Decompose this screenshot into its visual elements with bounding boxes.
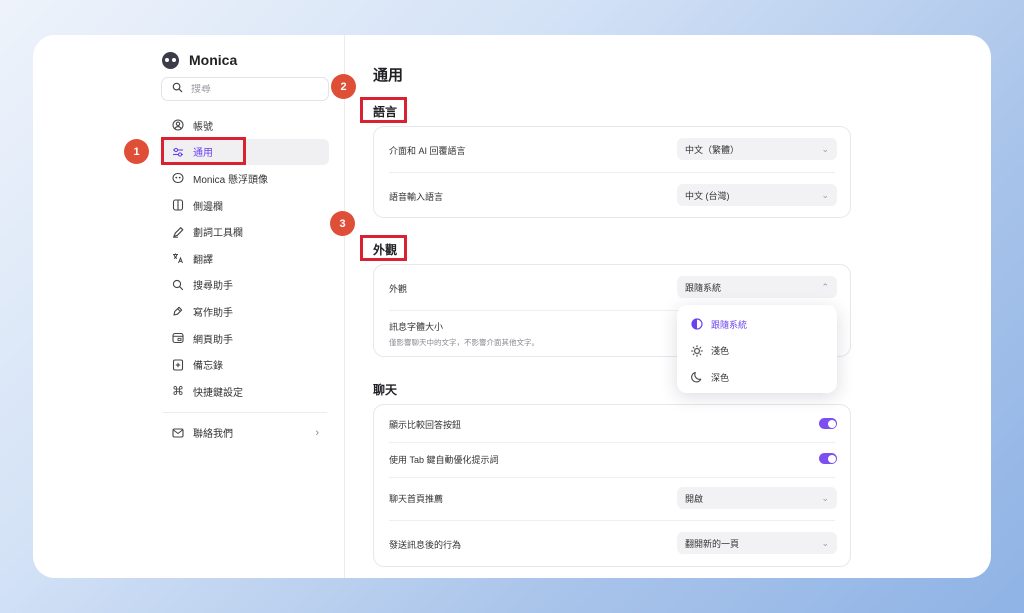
annotation-badge-3: 3	[330, 211, 355, 236]
annotation-highlight-general	[161, 137, 246, 165]
sidebar-item-sidebar[interactable]: 側邊欄	[161, 192, 329, 219]
row-divider	[389, 172, 835, 173]
sidebar-item-translate[interactable]: 翻譯	[161, 245, 329, 272]
compare-answers-toggle[interactable]	[819, 418, 837, 429]
sidebar-item-label: 備忘錄	[193, 361, 223, 373]
sidebar-item-label: 側邊欄	[193, 201, 223, 213]
sun-icon	[691, 344, 703, 357]
row-divider	[389, 520, 835, 521]
theme-option-label: 深色	[711, 372, 730, 383]
search-input[interactable]	[191, 83, 311, 95]
sidebar-item-web-assistant[interactable]: 網頁助手	[161, 325, 329, 352]
chat-home-recommend-label: 聊天首頁推薦	[389, 493, 444, 504]
mail-icon	[172, 427, 184, 439]
sidebar-item-writing-assistant[interactable]: 寫作助手	[161, 298, 329, 325]
web-page-icon	[172, 332, 184, 344]
select-value: 翻開新的一頁	[685, 538, 740, 549]
sidebar-item-label: 帳號	[193, 121, 213, 133]
pen-icon	[172, 305, 184, 317]
search-icon	[172, 80, 183, 98]
sidebar-item-label: 翻譯	[193, 254, 213, 266]
sidebar-item-label: 寫作助手	[193, 307, 233, 319]
select-value: 中文（繁體）	[685, 144, 740, 155]
sidebar-item-shortcuts[interactable]: ⌘ 快捷鍵設定	[161, 378, 329, 405]
theme-option-light[interactable]: 淺色	[677, 338, 837, 365]
tab-optimize-label: 使用 Tab 鍵自動優化提示詞	[389, 454, 499, 465]
compare-answers-label: 顯示比較回答按鈕	[389, 419, 462, 430]
sidebar-divider	[163, 411, 327, 413]
sidebar-item-floating-avatar[interactable]: Monica 懸浮頭像	[161, 165, 329, 192]
voice-language-select[interactable]: 中文 (台灣) ⌄	[677, 184, 837, 206]
chat-card: 顯示比較回答按鈕 使用 Tab 鍵自動優化提示詞 聊天首頁推薦 開啟 ⌄ 發送訊…	[373, 404, 851, 567]
sidebar-item-label: 網頁助手	[193, 334, 233, 346]
annotation-badge-2: 2	[331, 74, 356, 99]
sidebar-item-label: 搜尋助手	[193, 281, 233, 293]
chevron-up-icon: ⌃	[821, 281, 829, 292]
ui-language-label: 介面和 AI 回覆語言	[389, 145, 466, 156]
sidebar: Monica 帳號 通用 Monica 懸浮頭像 側邊欄	[33, 35, 345, 578]
theme-dropdown-menu: 跟隨系統 淺色 深色	[677, 305, 837, 393]
chevron-right-icon: ›	[315, 426, 319, 439]
user-circle-icon	[172, 119, 184, 131]
sidebar-item-contact[interactable]: 聯絡我們 ›	[161, 420, 329, 447]
theme-option-dark[interactable]: 深色	[677, 364, 837, 391]
moon-icon	[691, 371, 703, 383]
chat-home-recommend-select[interactable]: 開啟 ⌄	[677, 487, 837, 509]
translate-icon	[172, 252, 184, 264]
after-send-label: 發送訊息後的行為	[389, 539, 462, 550]
highlighter-icon	[172, 226, 184, 238]
sidebar-item-label: Monica 懸浮頭像	[193, 174, 269, 186]
memo-icon	[172, 359, 184, 371]
row-divider	[389, 442, 835, 443]
sidebar-item-label: 聯絡我們	[193, 429, 233, 441]
search-icon	[172, 279, 184, 291]
tab-optimize-row: 使用 Tab 鍵自動優化提示詞	[389, 450, 835, 468]
compare-answers-row: 顯示比較回答按鈕	[389, 415, 835, 433]
page-title: 通用	[373, 67, 404, 84]
monica-logo-icon	[162, 51, 179, 69]
sidebar-item-search-assistant[interactable]: 搜尋助手	[161, 272, 329, 299]
row-divider	[389, 477, 835, 478]
chevron-down-icon: ⌄	[821, 492, 829, 503]
sidebar-item-highlight-toolbar[interactable]: 劃詞工具欄	[161, 218, 329, 245]
language-card: 介面和 AI 回覆語言 中文（繁體） ⌄ 語音輸入語言 中文 (台灣) ⌄	[373, 126, 851, 218]
app-name: Monica	[189, 52, 238, 68]
sidebar-item-label: 劃詞工具欄	[193, 228, 243, 240]
settings-window: Monica 帳號 通用 Monica 懸浮頭像 側邊欄	[33, 35, 991, 578]
chevron-down-icon: ⌄	[821, 143, 829, 154]
sidebar-item-memo[interactable]: 備忘錄	[161, 351, 329, 378]
theme-select[interactable]: 跟隨系統 ⌃	[677, 276, 837, 298]
search-box[interactable]	[161, 77, 329, 101]
sidebar-panel-icon	[172, 199, 184, 211]
voice-language-label: 語音輸入語言	[389, 191, 444, 202]
annotation-highlight-language	[360, 97, 407, 123]
sidebar-item-account[interactable]: 帳號	[161, 112, 329, 139]
command-key-icon: ⌘	[172, 384, 184, 399]
annotation-badge-1: 1	[124, 139, 149, 164]
half-circle-icon	[691, 318, 703, 330]
chevron-down-icon: ⌄	[821, 189, 829, 200]
annotation-highlight-appearance	[360, 235, 407, 261]
brand: Monica	[162, 50, 237, 70]
theme-label: 外觀	[389, 283, 408, 294]
ui-language-select[interactable]: 中文（繁體） ⌄	[677, 138, 837, 160]
main-content: 通用 語言 介面和 AI 回覆語言 中文（繁體） ⌄ 語音輸入語言 中文 (台灣…	[346, 35, 991, 578]
section-title-chat: 聊天	[373, 383, 398, 397]
tab-optimize-toggle[interactable]	[819, 453, 837, 464]
select-value: 跟隨系統	[685, 282, 722, 293]
monica-face-icon	[172, 172, 184, 184]
after-send-select[interactable]: 翻開新的一頁 ⌄	[677, 532, 837, 554]
chevron-down-icon: ⌄	[821, 537, 829, 548]
theme-option-label: 淺色	[711, 346, 730, 357]
theme-option-system[interactable]: 跟隨系統	[677, 311, 837, 338]
select-value: 中文 (台灣)	[685, 190, 730, 201]
theme-option-label: 跟隨系統	[711, 319, 748, 330]
sidebar-item-label: 快捷鍵設定	[193, 387, 243, 399]
select-value: 開啟	[685, 493, 704, 504]
